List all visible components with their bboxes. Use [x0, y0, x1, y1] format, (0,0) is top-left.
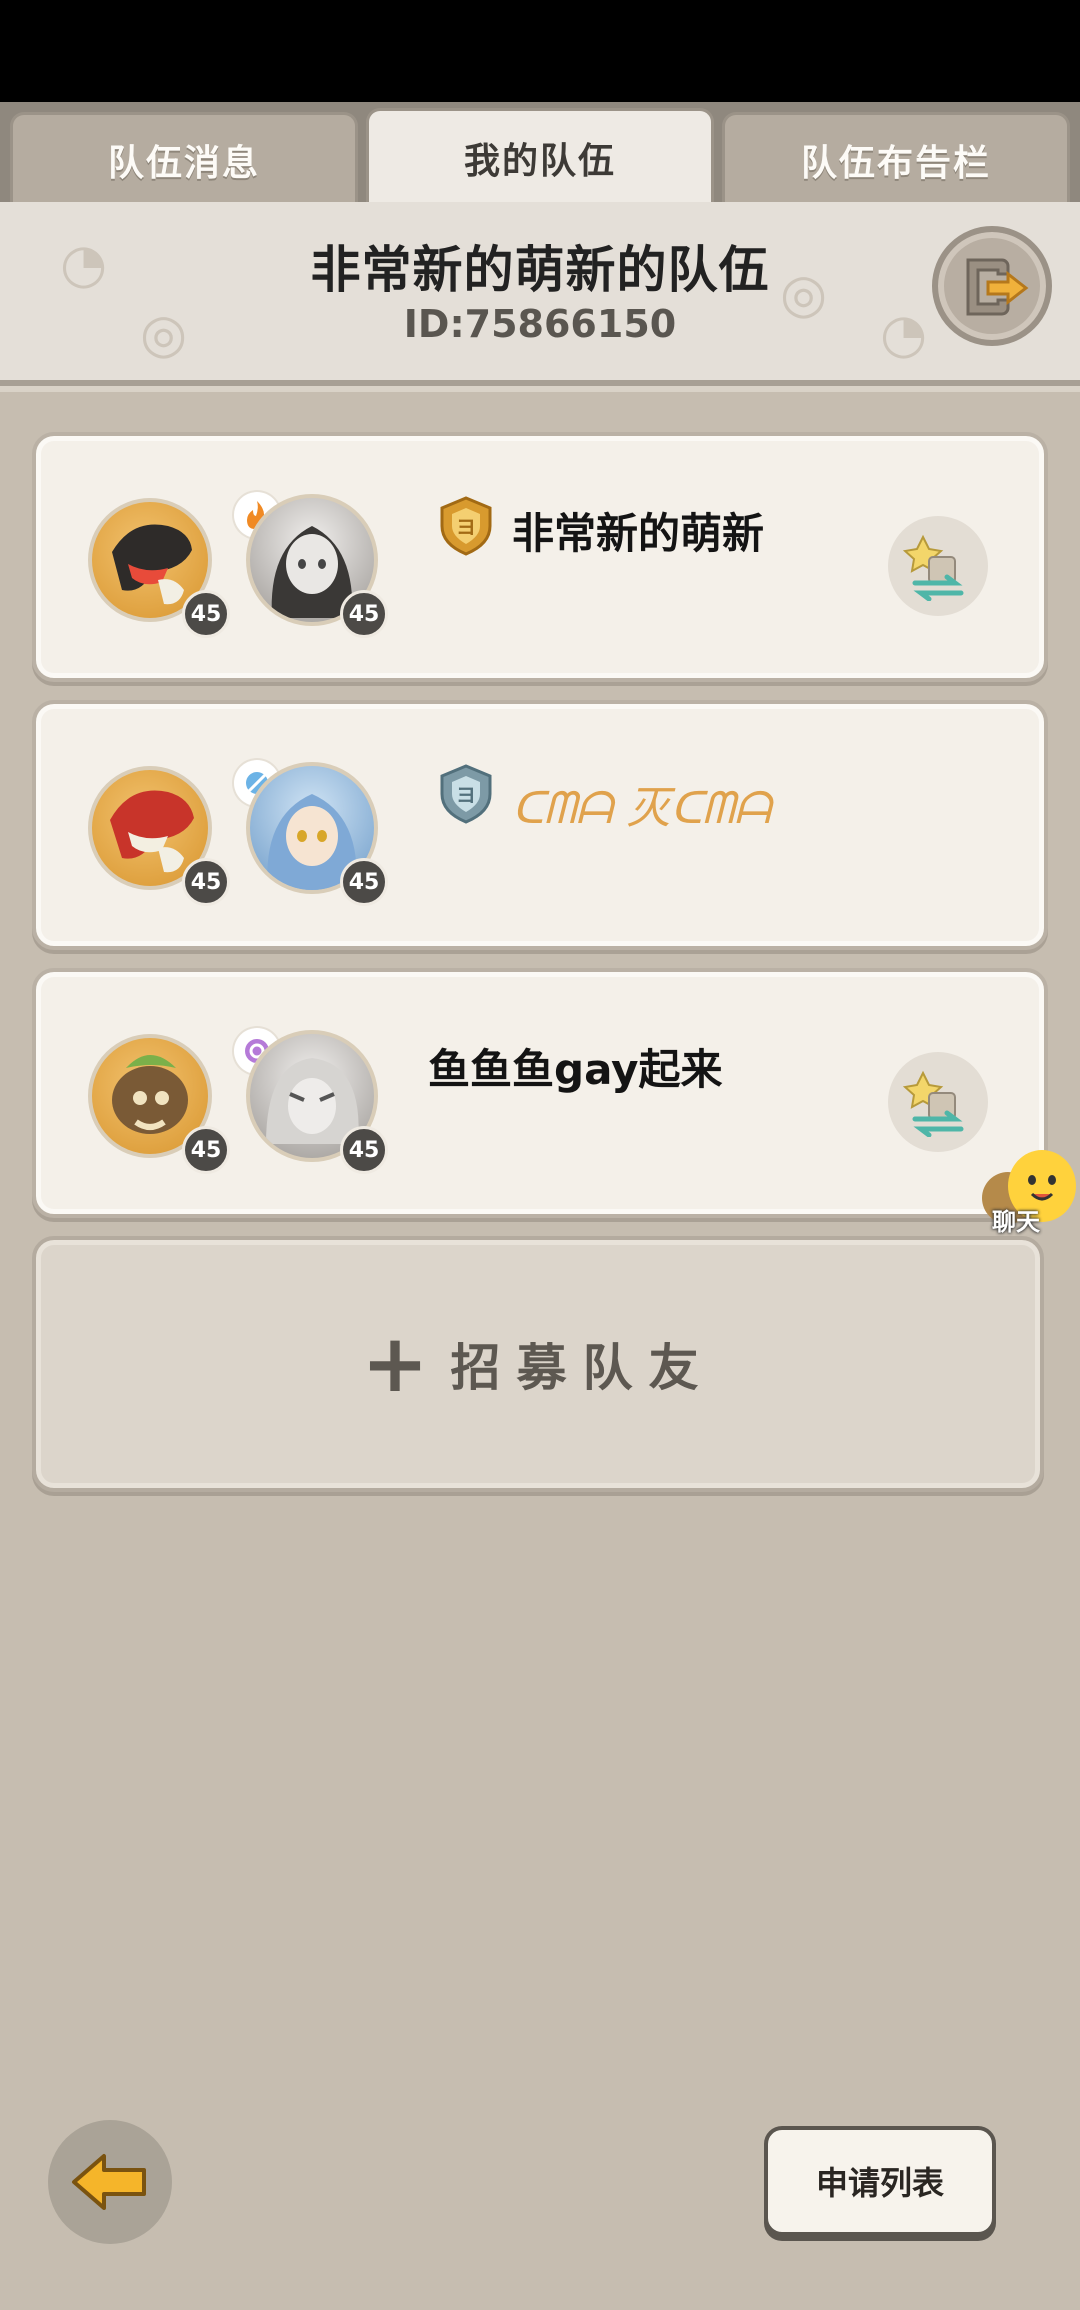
member-card[interactable]: 45 45 ヨ 非常新的萌新	[32, 432, 1048, 682]
svg-text:ヨ: ヨ	[456, 783, 476, 807]
member-card[interactable]: 45 45 ヨ ᑕᗰᗩ 灭ᑕᗰᗩ	[32, 700, 1048, 950]
recruit-teammate-button[interactable]: + 招募队友	[32, 1236, 1044, 1492]
player-level-badge: 45	[340, 1126, 388, 1174]
team-name: 非常新的萌新的队伍	[310, 241, 770, 299]
back-arrow-icon	[72, 2154, 146, 2210]
silver-rank-shield-icon: ヨ	[440, 764, 492, 824]
pet-level-badge: 45	[182, 590, 230, 638]
apply-list-button[interactable]: 申请列表	[764, 2126, 996, 2236]
member-name: 非常新的萌新	[512, 509, 765, 558]
team-header: ◔ ◎ ◎ ◔ 非常新的萌新的队伍 ID:75866150	[0, 202, 1080, 386]
tab-label: 队伍布告栏	[800, 142, 991, 184]
exit-team-icon	[966, 258, 1029, 316]
member-name: ᑕᗰᗩ 灭ᑕᗰᗩ	[512, 783, 771, 834]
pet-level-badge: 45	[182, 1126, 230, 1174]
member-card[interactable]: 45 45 鱼鱼鱼gay起来	[32, 968, 1048, 1218]
pet-level-badge: 45	[182, 858, 230, 906]
swap-member-icon	[903, 1070, 964, 1137]
member-name: 鱼鱼鱼gay起来	[428, 1045, 723, 1094]
team-id: ID:75866150	[403, 302, 677, 346]
tab-label: 队伍消息	[107, 142, 260, 184]
chat-label: 聊天	[992, 1208, 1040, 1236]
tab-team-messages[interactable]: 队伍消息	[10, 112, 358, 204]
player-level-badge: 45	[340, 590, 388, 638]
swap-member-icon	[903, 534, 964, 601]
recruit-label: 招募队友	[450, 1339, 715, 1397]
gold-rank-shield-icon: ヨ	[440, 496, 492, 556]
plus-icon: +	[361, 1317, 429, 1410]
swap-member-button[interactable]	[888, 516, 988, 616]
tab-team-bulletin[interactable]: 队伍布告栏	[722, 112, 1070, 204]
tab-label: 我的队伍	[463, 140, 616, 182]
tab-bar: 队伍消息 我的队伍 队伍布告栏	[0, 102, 1080, 204]
status-bar	[0, 0, 1080, 102]
back-button[interactable]	[48, 2120, 172, 2244]
swap-member-button[interactable]	[888, 1052, 988, 1152]
tab-my-team[interactable]: 我的队伍	[366, 108, 714, 204]
exit-team-button[interactable]	[932, 226, 1052, 346]
chat-button[interactable]: 聊天	[968, 1146, 1080, 1238]
player-level-badge: 45	[340, 858, 388, 906]
svg-text:ヨ: ヨ	[456, 515, 476, 539]
